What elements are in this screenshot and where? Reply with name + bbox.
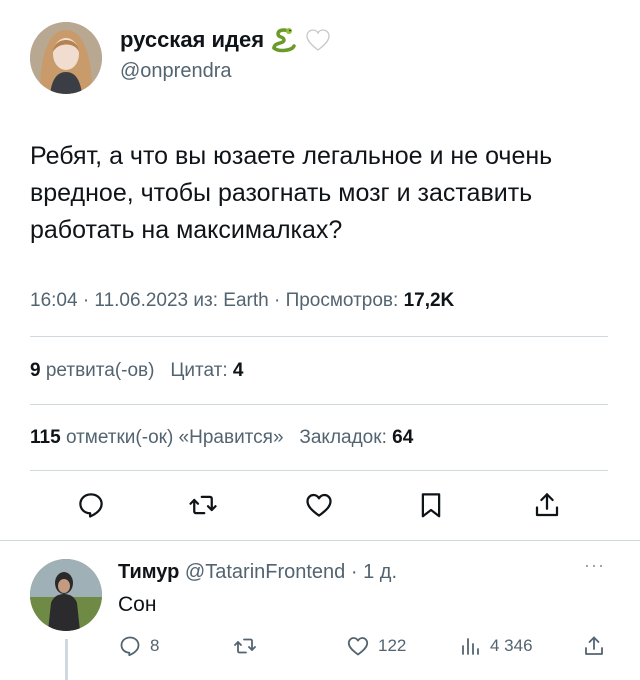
reply-replies-count: 8	[150, 636, 160, 655]
share-icon	[535, 493, 559, 517]
bookmark-icon	[421, 493, 441, 518]
bookmarks-count: 64	[392, 427, 414, 448]
reply-share-button[interactable]	[582, 629, 606, 663]
reply-views-button[interactable]: 4 346	[458, 629, 533, 663]
like-stats: 115 отметки(-ок) «Нравится» Закладок: 64	[30, 427, 413, 449]
reply-button[interactable]	[73, 487, 109, 523]
retweet-stats: 9 ретвита(-ов) Цитат: 4	[30, 360, 243, 382]
quotes-label[interactable]: Цитат:	[170, 360, 227, 381]
likes-label[interactable]: отметки(-ок) «Нравится»	[66, 427, 284, 448]
reply-retweet-button[interactable]	[233, 629, 257, 663]
reply-author-handle[interactable]: @TatarinFrontend	[185, 561, 345, 583]
likes-count[interactable]: 115	[30, 427, 61, 448]
author-name-row: русская идея	[120, 26, 332, 54]
more-options-icon[interactable]: ···	[584, 555, 605, 576]
reply-tweet[interactable]: Тимур @TatarinFrontend · 1 д. ··· Сон 8 …	[0, 541, 640, 680]
snake-icon	[270, 26, 298, 54]
author-avatar[interactable]	[30, 22, 102, 94]
retweet-icon	[189, 495, 217, 515]
reply-header: Тимур @TatarinFrontend · 1 д.	[118, 561, 397, 584]
reply-avatar[interactable]	[30, 559, 102, 631]
reply-icon	[120, 636, 140, 657]
share-icon	[585, 636, 603, 655]
quotes-count[interactable]: 4	[233, 360, 244, 381]
retweet-button[interactable]	[185, 487, 221, 523]
reply-icon	[79, 493, 103, 518]
share-button[interactable]	[529, 487, 565, 523]
divider	[30, 336, 608, 337]
reply-author-name[interactable]: Тимур	[118, 561, 179, 583]
view-count: 17,2K	[403, 290, 455, 311]
bookmarks-label: Закладок:	[299, 427, 387, 448]
divider	[30, 470, 608, 471]
reply-age[interactable]: · 1 д.	[351, 561, 397, 583]
reply-text: Сон	[118, 593, 157, 616]
tweet-timestamp[interactable]: 16:04 · 11.06.2023 из: Earth · Просмотро…	[30, 290, 398, 311]
reply-reply-button[interactable]: 8	[118, 629, 159, 663]
like-button[interactable]	[301, 487, 337, 523]
author-block: русская идея @onprendra	[120, 26, 332, 83]
tweet-action-bar	[0, 487, 640, 531]
tweet-text: Ребят, а что вы юзаете легальное и не оч…	[30, 142, 553, 244]
retweets-label[interactable]: ретвита(-ов)	[46, 360, 155, 381]
tweet-meta: 16:04 · 11.06.2023 из: Earth · Просмотро…	[30, 290, 454, 312]
bookmark-button[interactable]	[413, 487, 449, 523]
author-handle[interactable]: @onprendra	[120, 60, 332, 83]
main-tweet: русская идея @onprendra Ребят, а что вы …	[0, 0, 640, 540]
reply-views-count: 4 346	[490, 636, 533, 655]
author-name[interactable]: русская идея	[120, 27, 264, 53]
retweet-icon	[234, 638, 256, 654]
divider	[30, 404, 608, 405]
reply-likes-count: 122	[378, 636, 407, 655]
retweets-count[interactable]: 9	[30, 360, 41, 381]
white-heart-icon	[304, 26, 332, 54]
reply-like-button[interactable]: 122	[346, 629, 406, 663]
like-icon	[306, 493, 332, 517]
views-chart-icon	[462, 638, 479, 655]
reply-action-bar: 8 122 4 346	[0, 629, 640, 669]
like-icon	[347, 637, 369, 656]
